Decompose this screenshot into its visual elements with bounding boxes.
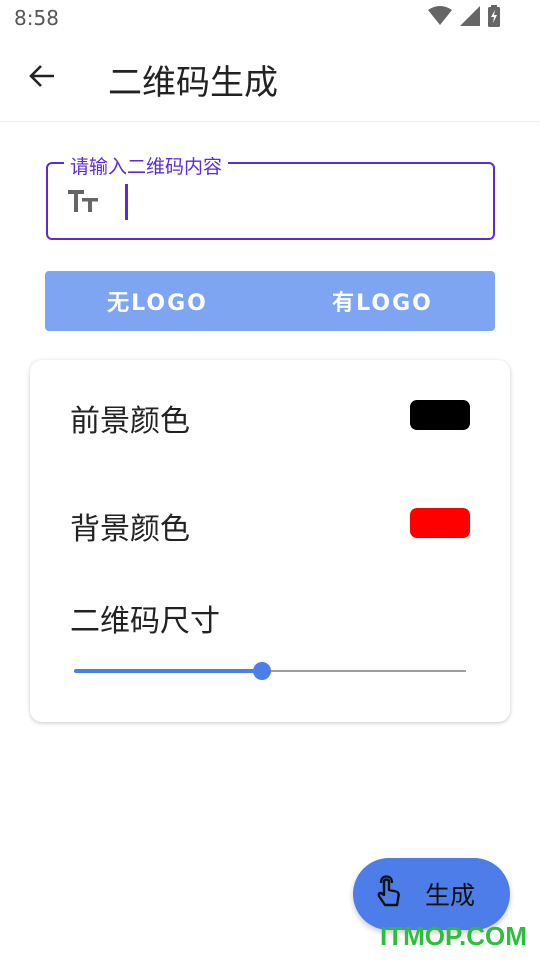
app-bar: 二维码生成	[0, 36, 540, 122]
logo-toggle-group: 无LOGO 有LOGO	[45, 271, 495, 331]
page-title: 二维码生成	[108, 63, 278, 103]
no-logo-button[interactable]: 无LOGO	[45, 271, 270, 331]
signal-icon	[460, 6, 480, 30]
status-time: 8:58	[14, 6, 59, 30]
touch-icon	[375, 875, 403, 913]
foreground-color-swatch[interactable]	[410, 400, 470, 430]
settings-card: 前景颜色 背景颜色 二维码尺寸	[30, 360, 510, 722]
qr-content-input-label: 请输入二维码内容	[64, 152, 229, 179]
watermark-text: ITMOP.COM	[380, 921, 527, 951]
generate-button-label: 生成	[425, 881, 476, 910]
arrow-left-icon	[28, 62, 56, 94]
background-color-label: 背景颜色	[70, 512, 190, 547]
qr-size-label: 二维码尺寸	[70, 604, 220, 639]
qr-size-slider[interactable]	[74, 660, 466, 684]
battery-icon	[488, 5, 500, 31]
status-icons	[428, 5, 500, 31]
with-logo-button[interactable]: 有LOGO	[270, 271, 495, 331]
status-bar: 8:58	[0, 0, 540, 36]
text-format-icon	[68, 188, 98, 218]
foreground-color-label: 前景颜色	[70, 404, 190, 439]
back-button[interactable]	[22, 58, 62, 98]
qr-content-input[interactable]	[126, 178, 476, 222]
slider-thumb[interactable]	[253, 662, 272, 680]
qr-content-input-box[interactable]: 请输入二维码内容	[46, 152, 495, 240]
generate-button[interactable]: 生成	[353, 858, 510, 930]
slider-track-fill	[74, 669, 263, 673]
wifi-icon	[428, 6, 452, 30]
background-color-swatch[interactable]	[410, 508, 470, 538]
